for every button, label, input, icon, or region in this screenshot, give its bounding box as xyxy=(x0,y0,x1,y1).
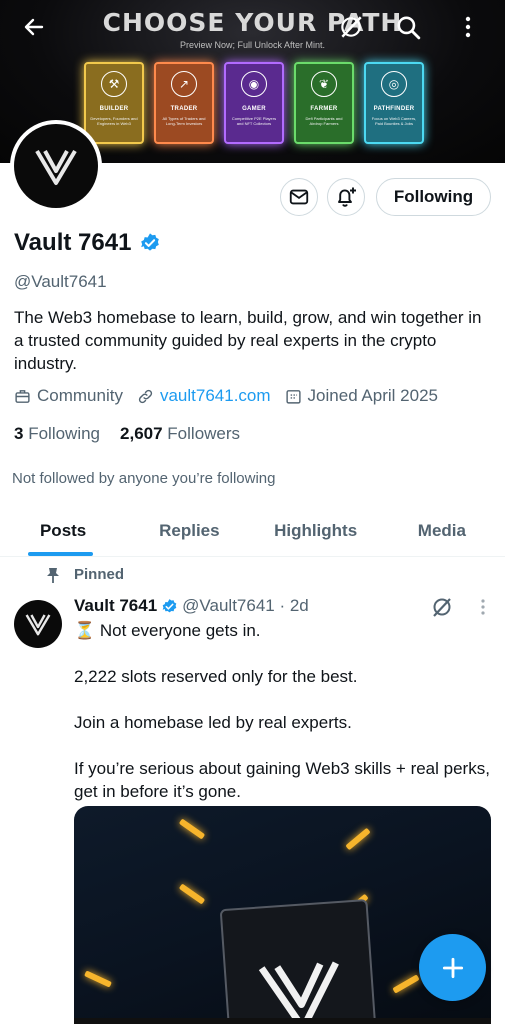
profile-avatar[interactable] xyxy=(10,120,102,212)
light-streak xyxy=(84,970,112,988)
card-gamer: ◉ GAMER Competitive P2E Players and NFT … xyxy=(224,62,284,144)
card-name: FARMER xyxy=(310,106,338,112)
message-button[interactable] xyxy=(280,178,318,216)
more-options-button[interactable] xyxy=(453,12,483,42)
back-button[interactable] xyxy=(19,12,49,42)
card-pathfinder: ◎ PATHFINDER Focus on Web3 Careers, Paid… xyxy=(364,62,424,144)
tab-label: Replies xyxy=(159,521,220,540)
farmer-icon: ❦ xyxy=(311,71,337,97)
card-desc: Focus on Web3 Careers, Paid Bounties & J… xyxy=(371,116,417,126)
card-farmer: ❦ FARMER Defi Participants and Airdrop F… xyxy=(294,62,354,144)
tab-label: Media xyxy=(417,521,466,540)
banner-subtitle: Preview Now; Full Unlock After Mint. xyxy=(179,40,326,50)
post-actions-top xyxy=(430,595,486,619)
followers-label: Followers xyxy=(167,424,241,443)
pinned-indicator: Pinned xyxy=(46,566,124,583)
tab-label: Posts xyxy=(39,521,87,540)
card-desc: Competitive P2E Players and NFT Collecto… xyxy=(231,116,277,126)
pinned-label: Pinned xyxy=(74,566,125,583)
following-label: Following xyxy=(28,424,101,443)
more-vertical-icon xyxy=(465,16,471,38)
calendar-icon xyxy=(285,389,301,404)
post-text: ⏳ Not everyone gets in. 2,222 slots rese… xyxy=(74,621,490,801)
envelope-icon xyxy=(289,189,309,205)
tab-highlights[interactable]: Highlights xyxy=(253,506,379,556)
briefcase-icon xyxy=(15,389,30,403)
meta-joined: Joined April 2025 xyxy=(285,386,438,406)
search-icon xyxy=(397,16,421,40)
following-button[interactable]: Following xyxy=(376,178,491,216)
media-bottom-edge xyxy=(74,1018,491,1024)
profile-name-row: Vault 7641 xyxy=(14,229,161,257)
post-header: Vault 7641 @Vault7641 · 2d xyxy=(74,596,309,616)
post-handle-time: @Vault7641 · 2d xyxy=(182,596,309,615)
card-name: TRADER xyxy=(170,106,198,112)
tab-posts[interactable]: Posts xyxy=(0,506,126,556)
category-label: Community xyxy=(37,386,123,405)
plus-icon xyxy=(442,957,463,978)
pathfinder-icon: ◎ xyxy=(381,71,407,97)
vault-logo-icon xyxy=(25,614,51,636)
meta-category: Community xyxy=(14,386,123,406)
light-streak xyxy=(178,883,206,905)
card-trader: ↗ TRADER All Types of Traders and Long-T… xyxy=(154,62,214,144)
tab-replies[interactable]: Replies xyxy=(126,506,252,556)
grok-button[interactable] xyxy=(336,12,366,42)
profile-tabs: Posts Replies Highlights Media xyxy=(0,506,505,557)
bell-plus-icon xyxy=(338,187,356,207)
light-streak xyxy=(345,827,371,851)
followers-count: 2,607 xyxy=(120,424,163,443)
tab-label: Highlights xyxy=(274,521,358,540)
post-avatar[interactable] xyxy=(14,600,62,648)
card-desc: Developers, Founders and Engineers in We… xyxy=(90,116,138,126)
profile-bio: The Web3 homebase to learn, build, grow,… xyxy=(14,308,482,373)
follow-counts: 3 Following 2,607 Followers xyxy=(14,424,240,444)
compose-post-button[interactable] xyxy=(419,934,486,1001)
card-name: PATHFINDER xyxy=(373,106,415,112)
light-streak xyxy=(392,974,420,994)
profile-name: Vault 7641 xyxy=(14,229,132,256)
path-cards: ⚒ BUILDER Developers, Founders and Engin… xyxy=(84,62,424,144)
following-count-link[interactable]: 3 Following xyxy=(14,424,100,444)
verified-badge-icon xyxy=(162,598,177,612)
card-desc: All Types of Traders and Long-Term Inves… xyxy=(162,116,206,126)
gamer-icon: ◉ xyxy=(241,71,267,97)
notifications-button[interactable] xyxy=(327,178,365,216)
trader-icon: ↗ xyxy=(171,71,197,97)
meta-website: vault7641.com xyxy=(137,386,271,406)
pin-icon xyxy=(47,567,59,583)
vault-logo-icon xyxy=(258,961,339,1024)
post-author-name[interactable]: Vault 7641 xyxy=(74,596,157,616)
link-icon xyxy=(138,389,153,403)
profile-meta: Community vault7641.com Joined April 202… xyxy=(14,386,452,406)
light-streak xyxy=(178,818,206,840)
followers-count-link[interactable]: 2,607 Followers xyxy=(120,424,240,444)
verified-badge-icon[interactable] xyxy=(139,232,161,254)
profile-handle: @Vault7641 xyxy=(14,272,107,291)
search-button[interactable] xyxy=(393,12,423,42)
builder-icon: ⚒ xyxy=(101,71,127,97)
card-builder: ⚒ BUILDER Developers, Founders and Engin… xyxy=(84,62,144,144)
vault-box xyxy=(219,898,377,1024)
tab-media[interactable]: Media xyxy=(379,506,505,556)
vault-logo-icon xyxy=(14,124,98,208)
more-vertical-icon[interactable] xyxy=(480,598,486,616)
card-desc: Defi Participants and Airdrop Farmers xyxy=(305,116,343,126)
arrow-left-icon xyxy=(24,18,44,36)
following-count: 3 xyxy=(14,424,24,443)
card-name: BUILDER xyxy=(99,106,129,112)
grok-icon xyxy=(341,16,362,38)
joined-label: Joined April 2025 xyxy=(307,386,438,405)
not-followed-note: Not followed by anyone you’re following xyxy=(12,470,276,487)
card-name: GAMER xyxy=(242,106,266,112)
grok-icon[interactable] xyxy=(430,595,454,619)
active-tab-indicator xyxy=(28,552,93,556)
banner-title: CHOOSE YOUR PATH xyxy=(102,8,403,37)
website-link[interactable]: vault7641.com xyxy=(160,386,271,406)
